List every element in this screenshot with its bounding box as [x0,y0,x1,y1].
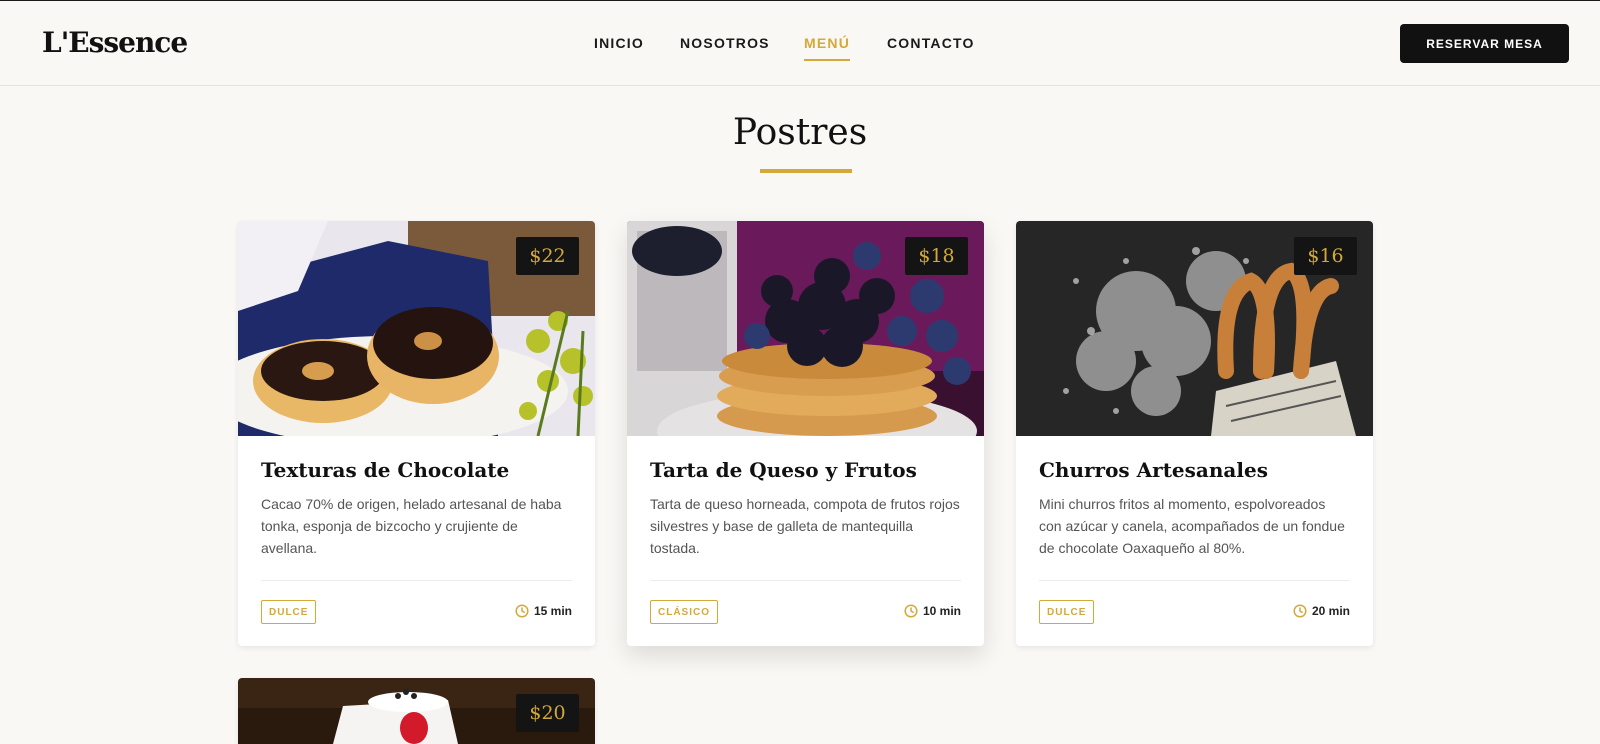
card-title: Texturas de Chocolate [261,458,510,482]
clock-icon [1293,604,1307,618]
card-description: Tarta de queso horneada, compota de frut… [650,496,960,556]
card-body: Churros Artesanales Mini churros fritos … [1039,436,1350,646]
clock-icon [904,604,918,618]
menu-card[interactable]: $18 Tarta de Queso y Frutos Tarta de que… [627,221,984,646]
menu-card[interactable]: $22 Texturas de Chocolate Cacao 70% de o… [238,221,595,646]
prep-time-text: 10 min [922,604,961,618]
clock-icon [515,604,529,618]
reserve-table-button[interactable]: RESERVAR MESA [1400,24,1569,63]
nav-inicio[interactable]: INICIO [594,35,644,51]
category-tag: DULCE [1039,600,1095,624]
menu-card[interactable]: $20 [238,678,595,744]
card-title: Churros Artesanales [1039,458,1268,482]
card-description: Cacao 70% de origen, helado artesanal de… [261,496,562,556]
prep-time-text: 15 min [533,604,572,618]
card-body: Tarta de Queso y Frutos Tarta de queso h… [650,436,961,646]
price-badge: $18 [905,237,968,275]
menu-card[interactable]: $16 Churros Artesanales Mini churros fri… [1016,221,1373,646]
nav-contacto[interactable]: CONTACTO [887,35,975,51]
category-tag: CLÁSICO [650,600,718,624]
prep-time: 10 min [904,604,961,618]
nav-nosotros[interactable]: NOSOTROS [680,35,770,51]
card-description: Mini churros fritos al momento, espolvor… [1039,496,1345,556]
card-title: Tarta de Queso y Frutos [650,458,917,482]
category-tag: DULCE [261,600,317,624]
prep-time-text: 20 min [1311,604,1350,618]
site-header: L'Essence INICIO NOSOTROS MENÚ CONTACTO … [0,1,1600,86]
price-badge: $22 [516,237,579,275]
section-title: Postres [732,112,868,153]
prep-time: 15 min [515,604,572,618]
card-divider [650,580,961,581]
price-badge: $20 [516,694,579,732]
card-divider [1039,580,1350,581]
card-body: Texturas de Chocolate Cacao 70% de orige… [261,436,572,646]
card-divider [261,580,572,581]
prep-time: 20 min [1293,604,1350,618]
nav-menu[interactable]: MENÚ [804,35,851,61]
title-underline [760,169,852,173]
price-badge: $16 [1294,237,1357,275]
logo[interactable]: L'Essence [42,26,188,59]
